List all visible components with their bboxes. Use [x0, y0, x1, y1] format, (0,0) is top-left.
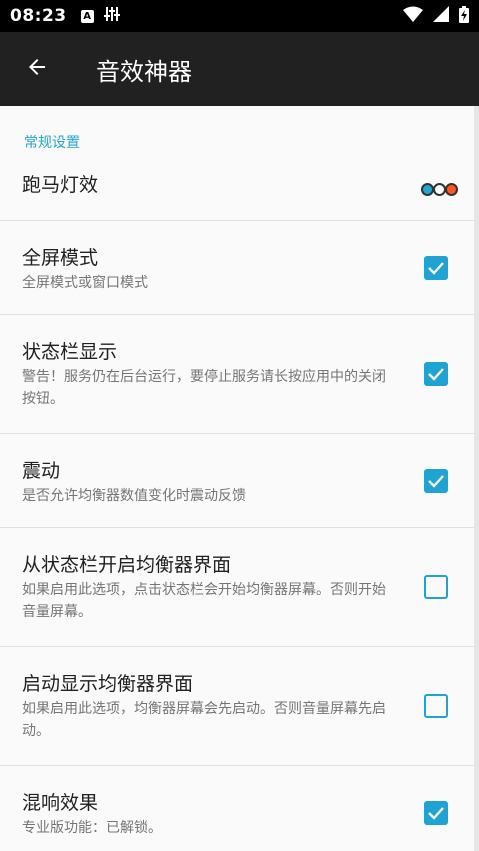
pref-title: 从状态栏开启均衡器界面 — [22, 554, 232, 576]
open-eq-from-statusbar-checkbox[interactable] — [424, 575, 448, 599]
pref-title: 混响效果 — [22, 792, 99, 814]
pref-vibration[interactable]: 震动 是否允许均衡器数值变化时震动反馈 — [0, 434, 479, 528]
pref-title: 跑马灯效 — [22, 174, 99, 196]
pref-summary: 如果启用此选项，均衡器屏幕会先启动。否则音量屏幕先启动。 — [22, 701, 386, 739]
pref-summary: 专业版功能：已解锁。 — [22, 820, 162, 836]
pref-title: 震动 — [22, 460, 61, 482]
fullscreen-checkbox[interactable] — [424, 255, 448, 280]
reverb-checkbox[interactable] — [424, 801, 448, 825]
statusbar-display-checkbox[interactable] — [424, 362, 448, 386]
back-button[interactable] — [0, 32, 74, 106]
color-dots[interactable] — [421, 183, 458, 196]
vibration-checkbox[interactable] — [424, 468, 448, 493]
wifi-icon — [403, 6, 423, 26]
a-letter-icon: A — [80, 9, 94, 23]
signal-icon — [433, 6, 449, 26]
pref-marquee[interactable]: 跑马灯效 — [0, 160, 479, 221]
arrow-left-icon — [25, 55, 49, 83]
status-bar: 08:23 A — [0, 0, 479, 32]
startup-show-eq-checkbox[interactable] — [424, 694, 448, 718]
pref-summary: 是否允许均衡器数值变化时震动反馈 — [22, 488, 246, 504]
pref-title: 状态栏显示 — [22, 341, 118, 363]
pref-open-eq-from-statusbar[interactable]: 从状态栏开启均衡器界面 如果启用此选项，点击状态栏会开始均衡器屏幕。否则开始音量… — [0, 528, 479, 647]
scrollbar[interactable] — [474, 106, 479, 851]
pref-statusbar-display[interactable]: 状态栏显示 警告！服务仍在后台运行，要停止服务请长按应用中的关闭按钮。 — [0, 315, 479, 434]
equalizer-icon — [103, 6, 120, 26]
color-dot-orange — [445, 183, 458, 196]
settings-list[interactable]: 常规设置 跑马灯效 全屏模式 全屏模式或窗口模式 状态栏显示 警告！服务仍在后台… — [0, 106, 479, 851]
pref-summary: 全屏模式或窗口模式 — [22, 275, 148, 291]
battery-icon — [459, 5, 469, 27]
pref-title: 启动显示均衡器界面 — [22, 673, 194, 695]
status-time: 08:23 — [10, 6, 67, 26]
pref-title: 全屏模式 — [22, 247, 99, 269]
page-title: 音效神器 — [96, 57, 192, 86]
section-header-general: 常规设置 — [24, 135, 80, 151]
pref-fullscreen[interactable]: 全屏模式 全屏模式或窗口模式 — [0, 221, 479, 315]
app-bar: 音效神器 — [0, 32, 479, 106]
pref-summary: 如果启用此选项，点击状态栏会开始均衡器屏幕。否则开始音量屏幕。 — [22, 582, 386, 620]
pref-reverb[interactable]: 混响效果 专业版功能：已解锁。 — [0, 766, 479, 851]
pref-summary: 警告！服务仍在后台运行，要停止服务请长按应用中的关闭按钮。 — [22, 369, 386, 407]
pref-startup-show-eq[interactable]: 启动显示均衡器界面 如果启用此选项，均衡器屏幕会先启动。否则音量屏幕先启动。 — [0, 647, 479, 766]
